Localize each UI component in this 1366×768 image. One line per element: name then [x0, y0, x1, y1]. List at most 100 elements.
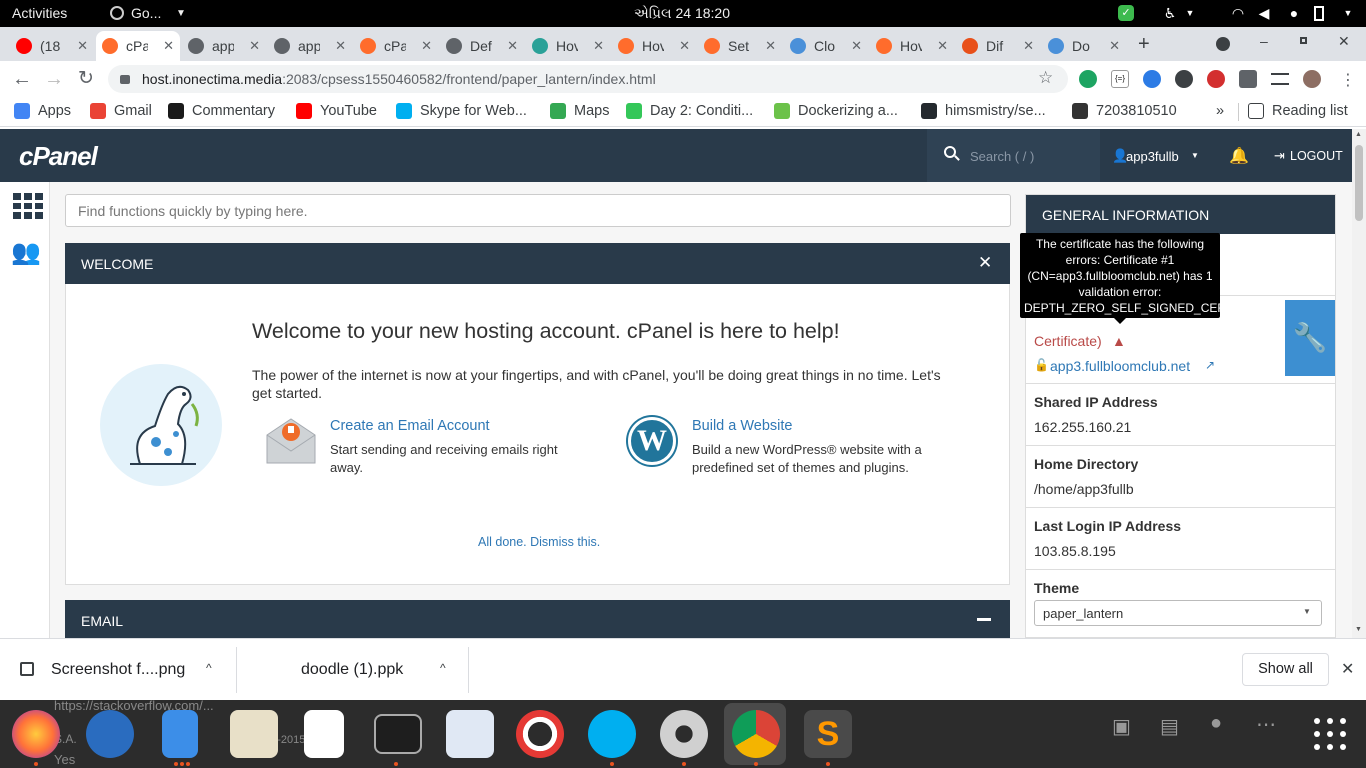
users-icon[interactable]: 👥 — [11, 238, 41, 267]
bookmark-item[interactable]: 7203810510 — [1072, 103, 1177, 119]
grammarly-extension-icon[interactable] — [1079, 70, 1097, 88]
thunderbird-dock-icon[interactable] — [86, 710, 134, 758]
tab-close-icon[interactable]: ✕ — [593, 38, 604, 54]
bookmark-item[interactable]: Dockerizing a... — [774, 103, 898, 119]
profile-avatar[interactable] — [1303, 70, 1321, 88]
bookmark-item[interactable]: Gmail — [90, 103, 152, 119]
proxy-extension-icon[interactable] — [1143, 70, 1161, 88]
cpanel-search-input[interactable] — [970, 147, 1090, 165]
dismiss-welcome-link[interactable]: All done. Dismiss this. — [478, 535, 600, 549]
browser-tab[interactable]: Def ✕ — [440, 31, 524, 61]
show-applications-icon[interactable] — [1314, 718, 1346, 750]
tab-close-icon[interactable]: ✕ — [765, 38, 776, 54]
bookmark-item[interactable]: Day 2: Conditi... — [626, 103, 753, 119]
tab-close-icon[interactable]: ✕ — [1109, 38, 1120, 54]
logout-button[interactable]: LOGOUT — [1290, 149, 1343, 163]
close-welcome-button[interactable]: ✕ — [978, 253, 992, 273]
tab-close-icon[interactable]: ✕ — [1023, 38, 1034, 54]
user-menu[interactable]: app3fullb — [1126, 149, 1179, 164]
browser-tab[interactable]: Dif ✕ — [956, 31, 1040, 61]
tab-close-icon[interactable]: ✕ — [937, 38, 948, 54]
browser-tab[interactable]: Clo ✕ — [784, 31, 868, 61]
collapse-email-icon[interactable] — [977, 618, 991, 621]
browser-tab[interactable]: Set ✕ — [698, 31, 782, 61]
tab-close-icon[interactable]: ✕ — [249, 38, 260, 54]
wrench-icon[interactable]: 🔧 — [1285, 300, 1335, 376]
browser-tab[interactable]: Do ✕ — [1042, 31, 1126, 61]
clock[interactable]: એપ્રિલ 24 18:20 — [634, 5, 730, 22]
browser-tab[interactable]: (18 ✕ — [10, 31, 94, 61]
minimize-button[interactable]: – — [1260, 33, 1268, 49]
forward-button[interactable]: → — [44, 69, 64, 89]
scroll-up-arrow-icon[interactable]: ▲ — [1355, 131, 1362, 138]
download-item-1-chevron-icon[interactable]: ^ — [206, 661, 212, 675]
microphone-icon[interactable]: ● — [1286, 5, 1302, 21]
chrome-dock-icon[interactable] — [732, 710, 780, 758]
tab-close-icon[interactable]: ✕ — [335, 38, 346, 54]
accessibility-chevron-icon[interactable]: ▼ — [1182, 5, 1198, 21]
browser-tab[interactable]: app ✕ — [182, 31, 266, 61]
dock-tray-microphone-icon[interactable]: ● — [1210, 712, 1222, 735]
bookmark-item[interactable]: Skype for Web... — [396, 103, 527, 119]
close-window-button[interactable]: ✕ — [1338, 33, 1350, 50]
logout-icon[interactable]: ⇥ — [1274, 148, 1285, 164]
cpanel-logo[interactable]: cPanel — [19, 141, 98, 172]
wordpress-logo-icon[interactable]: W — [628, 417, 676, 465]
help-dock-icon[interactable] — [516, 710, 564, 758]
tab-search-icon[interactable] — [1216, 37, 1230, 51]
user-menu-chevron-icon[interactable]: ▼ — [1191, 151, 1199, 160]
scroll-down-arrow-icon[interactable]: ▼ — [1355, 626, 1362, 633]
extensions-puzzle-icon[interactable] — [1239, 70, 1257, 88]
browser-tab[interactable]: cPa ✕ — [96, 31, 180, 61]
back-button[interactable]: ← — [12, 69, 32, 89]
chrome-menu-icon[interactable]: ⋮ — [1340, 70, 1356, 90]
scroll-thumb[interactable] — [1355, 145, 1363, 221]
bookmark-item[interactable]: himsmistry/se... — [921, 103, 1046, 119]
warning-triangle-icon[interactable]: ▲ — [1112, 333, 1126, 349]
sublime-text-dock-icon[interactable]: S — [804, 710, 852, 758]
dock-tray-icon-1[interactable]: ▣ — [1112, 714, 1131, 739]
files-dock-icon[interactable] — [162, 710, 198, 758]
bookmark-star-icon[interactable]: ☆ — [1038, 68, 1053, 88]
tab-close-icon[interactable]: ✕ — [421, 38, 432, 54]
page-scrollbar[interactable]: ▲ ▼ — [1352, 129, 1366, 638]
bookmark-item[interactable]: Maps — [550, 103, 609, 119]
new-tab-button[interactable]: + — [1138, 33, 1150, 56]
download-item-2[interactable]: doodle (1).ppk — [301, 661, 403, 679]
bookmark-item[interactable]: Apps — [14, 103, 71, 119]
battery-icon[interactable] — [1314, 6, 1324, 21]
libreoffice-writer-dock-icon[interactable] — [304, 710, 344, 758]
skype-dock-icon[interactable] — [588, 710, 636, 758]
app-menu[interactable]: Go... — [131, 5, 161, 21]
tab-close-icon[interactable]: ✕ — [851, 38, 862, 54]
wifi-icon[interactable]: ◠ — [1230, 5, 1246, 21]
maximize-button[interactable] — [1300, 37, 1307, 44]
notifications-bell-icon[interactable]: 🔔 — [1229, 146, 1249, 166]
theme-select[interactable]: paper_lantern ▼ — [1034, 600, 1322, 626]
show-all-downloads-button[interactable]: Show all — [1242, 653, 1329, 686]
tab-close-icon[interactable]: ✕ — [77, 38, 88, 54]
update-status-icon[interactable]: ✓ — [1118, 5, 1134, 21]
build-website-link[interactable]: Build a Website — [692, 418, 792, 434]
browser-tab[interactable]: Hov ✕ — [526, 31, 610, 61]
more-bookmarks-button[interactable]: » — [1216, 103, 1224, 119]
browser-tab[interactable]: Hov ✕ — [612, 31, 696, 61]
volume-icon[interactable]: ◀ — [1256, 5, 1272, 21]
settings-dock-icon[interactable] — [660, 710, 708, 758]
close-downloads-bar-button[interactable]: ✕ — [1341, 659, 1354, 679]
system-menu-chevron-icon[interactable]: ▼ — [1340, 5, 1356, 21]
apps-grid-icon[interactable] — [13, 193, 43, 219]
tab-close-icon[interactable]: ✕ — [679, 38, 690, 54]
vpn-extension-icon[interactable] — [1175, 70, 1193, 88]
firefox-dock-icon[interactable] — [12, 710, 60, 758]
media-control-icon[interactable] — [1271, 73, 1289, 85]
email-envelope-icon[interactable] — [266, 417, 316, 465]
browser-tab[interactable]: app ✕ — [268, 31, 352, 61]
download-item-2-chevron-icon[interactable]: ^ — [440, 661, 446, 675]
tab-close-icon[interactable]: ✕ — [163, 38, 174, 54]
quick-find-input[interactable] — [65, 194, 1011, 227]
activities-button[interactable]: Activities — [12, 5, 67, 21]
rhythmbox-dock-icon[interactable] — [230, 710, 278, 758]
dock-tray-more-icon[interactable]: ⋯ — [1256, 712, 1276, 737]
software-center-dock-icon[interactable] — [446, 710, 494, 758]
